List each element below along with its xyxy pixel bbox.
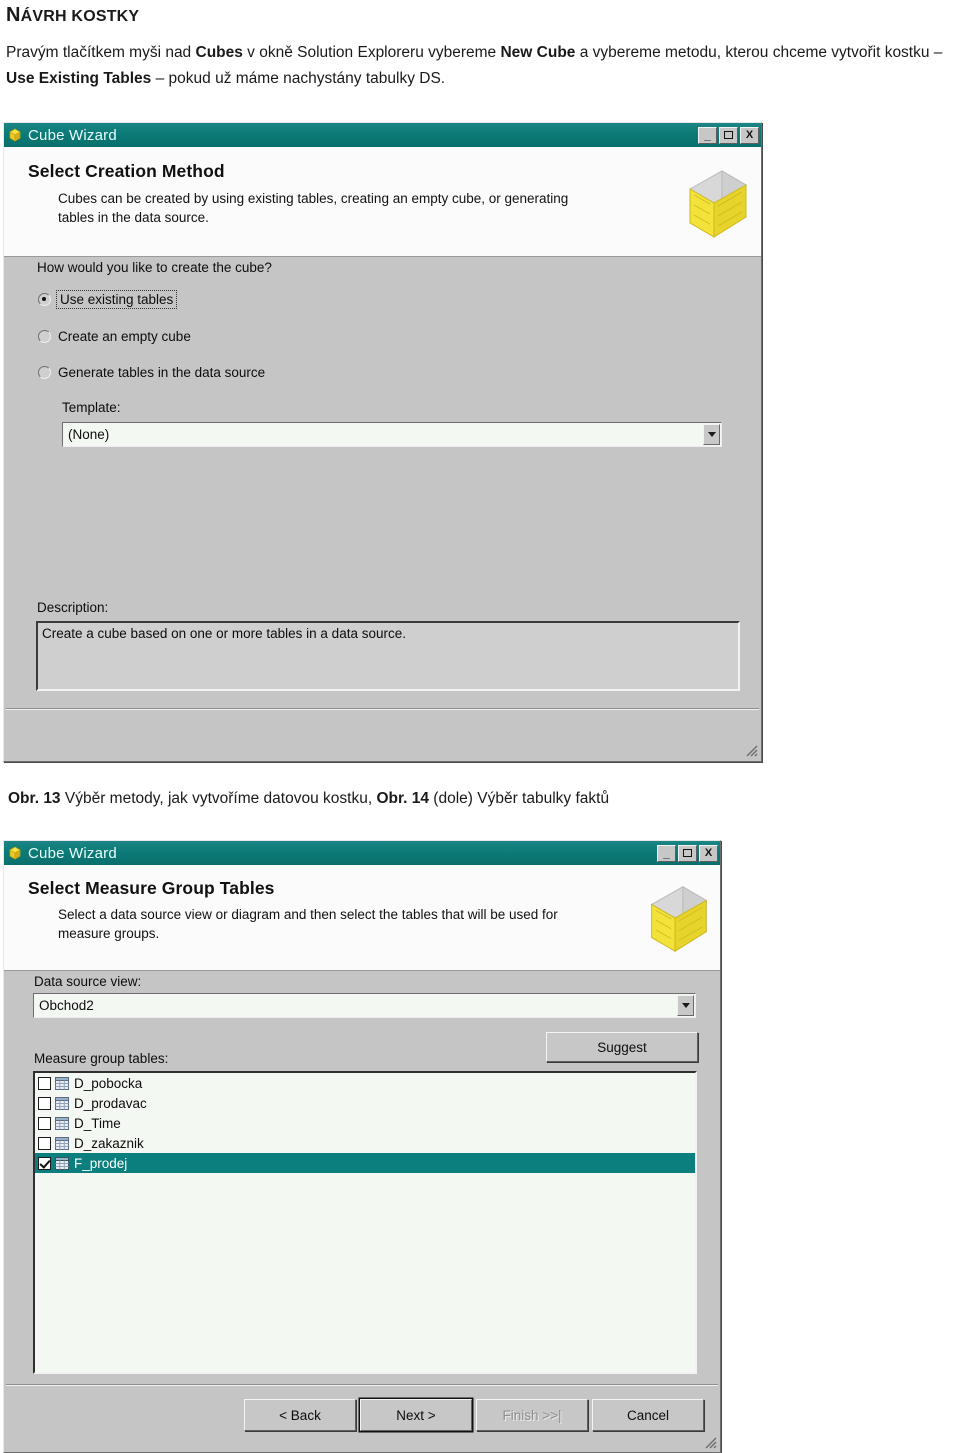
dialog-header: Select Measure Group Tables Select a dat… — [4, 865, 720, 971]
maximize-icon — [724, 131, 733, 139]
figure-caption: Obr. 13 Výběr metody, jak vytvoříme dato… — [8, 787, 948, 811]
button-bar-separator — [6, 708, 759, 710]
template-label: Template: — [62, 400, 121, 415]
back-button[interactable]: < Back — [244, 1399, 356, 1431]
data-source-view-value: Obchod2 — [39, 998, 94, 1013]
data-source-view-label: Data source view: — [34, 974, 142, 989]
window-controls: _ X — [657, 844, 718, 862]
caption-text-2: (dole) Výběr tabulky faktů — [429, 790, 610, 807]
table-name: D_prodavac — [74, 1095, 147, 1111]
data-source-view-combobox[interactable]: Obchod2 — [33, 993, 696, 1018]
header-title: Select Creation Method — [28, 161, 225, 181]
minimize-button[interactable]: _ — [698, 126, 717, 144]
resize-grip-icon[interactable] — [744, 743, 758, 757]
next-button[interactable]: Next > — [360, 1399, 472, 1431]
radio-use-existing-tables[interactable]: Use existing tables — [38, 290, 178, 309]
header-subtitle-line-1: Cubes can be created by using existing t… — [58, 191, 569, 206]
wizard-cube-graphic — [638, 881, 716, 959]
suggest-button[interactable]: Suggest — [546, 1032, 698, 1062]
caption-bold-obr14: Obr. 14 — [376, 790, 429, 807]
list-item[interactable]: D_Time — [35, 1113, 695, 1133]
paragraph-text-3: a vybereme metodu, kterou chceme vytvoři… — [575, 44, 943, 61]
list-item[interactable]: D_pobocka — [35, 1073, 695, 1093]
list-item[interactable]: D_zakaznik — [35, 1133, 695, 1153]
description-textbox: Create a cube based on one or more table… — [36, 621, 740, 691]
resize-grip-icon[interactable] — [703, 1435, 717, 1449]
paragraph-text-2: v okně Solution Exploreru vybereme — [242, 44, 501, 61]
maximize-icon — [683, 849, 692, 857]
dialog-header: Select Creation Method Cubes can be crea… — [4, 147, 761, 257]
radio-generate-tables[interactable]: Generate tables in the data source — [38, 365, 265, 380]
paragraph-bold-use-existing-tables: Use Existing Tables — [6, 70, 152, 87]
radio-icon-selected[interactable] — [38, 293, 51, 306]
table-name: D_pobocka — [74, 1075, 143, 1091]
cancel-button[interactable]: Cancel — [592, 1399, 704, 1431]
table-icon — [55, 1096, 69, 1110]
finish-button: Finish >>| — [476, 1399, 588, 1431]
radio-create-empty-cube[interactable]: Create an empty cube — [38, 329, 191, 344]
wizard-cube-graphic — [676, 165, 756, 245]
measure-group-tables-listbox[interactable]: D_pobocka D_prodavac D_Time D_zakaznik F… — [33, 1071, 697, 1374]
table-icon — [55, 1116, 69, 1130]
radio-label-generate-tables: Generate tables in the data source — [58, 365, 266, 380]
maximize-button[interactable] — [719, 126, 738, 144]
cube-icon — [7, 845, 23, 861]
maximize-button[interactable] — [678, 844, 697, 862]
table-icon — [55, 1156, 69, 1170]
window-title: Cube Wizard — [28, 126, 117, 144]
intro-paragraph: Pravým tlačítkem myši nad Cubes v okně S… — [6, 40, 958, 92]
paragraph-text-4: – pokud už máme nachystány tabulky DS. — [151, 70, 446, 87]
checkbox-d-prodavac[interactable] — [38, 1096, 51, 1110]
description-label: Description: — [37, 600, 109, 615]
paragraph-text-1: Pravým tlačítkem myši nad — [6, 44, 196, 61]
paragraph-bold-cubes: Cubes — [195, 44, 243, 61]
list-item[interactable]: D_prodavac — [35, 1093, 695, 1113]
description-text: Create a cube based on one or more table… — [42, 626, 406, 641]
cube-wizard-dialog-measure-group-tables[interactable]: Cube Wizard _ X Select Measure Group Tab… — [3, 840, 721, 1453]
table-name: D_Time — [74, 1115, 121, 1131]
button-bar-separator — [6, 1384, 718, 1386]
header-subtitle-line-2: measure groups. — [58, 926, 160, 941]
template-combobox[interactable]: (None) — [62, 422, 722, 447]
radio-icon[interactable] — [38, 330, 51, 343]
table-name: D_zakaznik — [74, 1135, 144, 1151]
table-icon — [55, 1136, 69, 1150]
minimize-button[interactable]: _ — [657, 844, 676, 862]
title-bar[interactable]: Cube Wizard _ X — [4, 841, 720, 865]
radio-label-use-existing-tables: Use existing tables — [55, 290, 178, 309]
caption-bold-obr13: Obr. 13 — [8, 790, 61, 807]
page-title-initial: N — [6, 4, 21, 26]
table-name: F_prodej — [74, 1155, 128, 1171]
page-title-rest: ÁVRH KOSTKY — [20, 8, 140, 25]
cube-wizard-dialog-creation-method[interactable]: Cube Wizard _ X Select Creation Method C… — [3, 122, 762, 762]
list-item-selected[interactable]: F_prodej — [35, 1153, 695, 1173]
checkbox-f-prodej[interactable] — [38, 1156, 51, 1170]
page-title: NÁVRH KOSTKY — [6, 4, 139, 27]
window-title: Cube Wizard — [28, 844, 117, 862]
radio-label-create-empty-cube: Create an empty cube — [58, 329, 191, 344]
cube-icon — [7, 127, 23, 143]
document-page: NÁVRH KOSTKY Pravým tlačítkem myši nad C… — [0, 0, 960, 1453]
checkbox-d-zakaznik[interactable] — [38, 1136, 51, 1150]
checkbox-d-time[interactable] — [38, 1116, 51, 1130]
template-value: (None) — [68, 427, 110, 442]
measure-group-tables-label: Measure group tables: — [34, 1051, 169, 1066]
header-subtitle-line-2: tables in the data source. — [58, 210, 209, 225]
chevron-down-icon[interactable] — [703, 424, 720, 445]
checkbox-d-pobocka[interactable] — [38, 1076, 51, 1090]
paragraph-bold-new-cube: New Cube — [500, 44, 576, 61]
radio-icon[interactable] — [38, 366, 51, 379]
header-subtitle-line-1: Select a data source view or diagram and… — [58, 907, 558, 922]
close-button[interactable]: X — [699, 844, 718, 862]
header-title: Select Measure Group Tables — [28, 878, 275, 898]
window-controls: _ X — [698, 126, 759, 144]
caption-text-1: Výběr metody, jak vytvoříme datovou kost… — [60, 790, 377, 807]
table-icon — [55, 1076, 69, 1090]
title-bar[interactable]: Cube Wizard _ X — [4, 123, 761, 147]
create-method-question: How would you like to create the cube? — [37, 260, 272, 275]
close-button[interactable]: X — [740, 126, 759, 144]
chevron-down-icon[interactable] — [677, 995, 694, 1016]
